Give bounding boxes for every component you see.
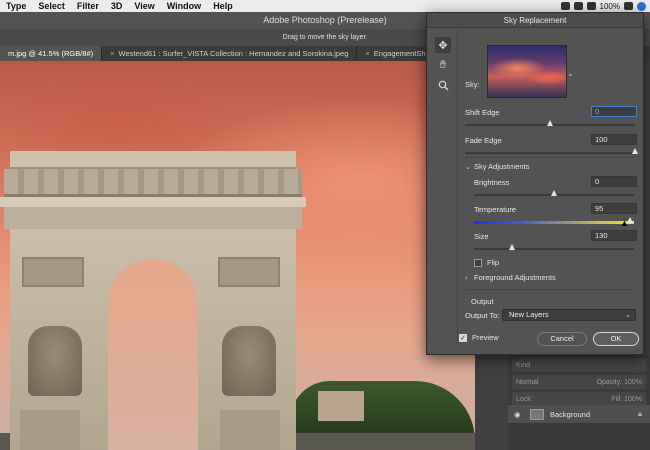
arc-de-triomphe (0, 151, 306, 450)
wifi-icon[interactable] (586, 2, 596, 10)
battery-percent: 100% (599, 1, 620, 11)
menu-window[interactable]: Window (161, 0, 207, 12)
arch-opening (108, 259, 198, 450)
fade-edge-slider-thumb[interactable] (631, 148, 638, 154)
creative-cloud-icon[interactable] (560, 2, 570, 10)
sky-label: Sky: (465, 80, 480, 89)
sky-adjustments-section[interactable]: ⌄ Sky Adjustments (465, 162, 637, 171)
tab-current-document[interactable]: m.jpg @ 41.5% (RGB/8#) (0, 46, 103, 61)
preview-checkbox-row[interactable]: ✓ Preview (459, 333, 499, 342)
preview-checkbox[interactable]: ✓ (459, 333, 467, 342)
lock-label: Lock: (516, 395, 533, 403)
move-sky-tool-icon[interactable]: ✥ (435, 37, 451, 53)
menu-type[interactable]: Type (0, 0, 32, 12)
fade-edge-label: Fade Edge (465, 136, 502, 145)
sculpture-right (222, 326, 276, 396)
macos-menu-bar: Type Select Filter 3D View Window Help 1… (0, 0, 650, 12)
user-avatar-icon[interactable] (637, 1, 646, 11)
shift-edge-slider-thumb[interactable] (546, 120, 553, 126)
flip-label: Flip (487, 258, 500, 267)
zoom-tool-icon[interactable] (435, 77, 451, 93)
size-label: Size (474, 232, 489, 241)
brightness-control: Brightness 0 (474, 176, 637, 206)
shift-edge-label: Shift Edge (465, 108, 500, 117)
layer-background[interactable]: ◉ Background 🔒︎ (508, 405, 650, 423)
relief-panel-right (218, 257, 280, 287)
blend-mode-select[interactable]: Normal (516, 379, 539, 386)
blend-mode-row: Normal Opacity: 100% (512, 375, 646, 389)
lock-row: Lock: Fill: 100% (512, 392, 646, 406)
dialog-title: Sky Replacement (427, 13, 643, 28)
chevron-down-icon: ⌄ (465, 162, 472, 171)
size-input[interactable]: 130 (591, 230, 637, 241)
chevron-right-icon: › (465, 273, 468, 282)
temperature-label: Temperature (474, 205, 517, 214)
brightness-label: Brightness (474, 178, 510, 187)
size-track[interactable] (474, 248, 634, 250)
layer-filter-kind[interactable]: Kind (512, 358, 646, 372)
ok-button[interactable]: OK (593, 332, 639, 346)
close-tab-icon[interactable]: × (365, 49, 369, 58)
output-to-select[interactable]: New Layers ⌄ (502, 309, 636, 321)
fade-edge-input[interactable]: 100 (591, 134, 637, 145)
opacity-field[interactable]: Opacity: 100% (596, 379, 642, 386)
cancel-button[interactable]: Cancel (537, 332, 587, 346)
dropbox-icon[interactable] (573, 2, 583, 10)
fade-edge-control: Fade Edge 100 (465, 134, 638, 164)
battery-icon[interactable] (624, 2, 633, 10)
status-area: 100% (560, 0, 646, 12)
menu-filter[interactable]: Filter (71, 0, 105, 12)
size-slider-thumb[interactable] (508, 244, 515, 250)
fill-field[interactable]: Fill: 100% (611, 396, 642, 403)
layer-name: Background (550, 409, 591, 419)
building (318, 391, 364, 421)
brightness-slider-thumb[interactable] (550, 190, 557, 196)
temperature-track[interactable] (474, 221, 634, 224)
layers-panel: Kind Normal Opacity: 100% Lock: Fill: 100%… (508, 355, 650, 450)
menu-view[interactable]: View (128, 0, 160, 12)
document-canvas[interactable] (0, 61, 475, 450)
foreground-adjustments-section[interactable]: › Foreground Adjustments (465, 273, 637, 282)
output-to-label: Output To: (465, 311, 500, 320)
visibility-eye-icon[interactable]: ◉ (514, 410, 524, 419)
preview-label: Preview (472, 333, 499, 342)
temperature-input[interactable]: 95 (591, 203, 637, 214)
size-control: Size 130 (474, 230, 637, 260)
relief-panel-left (22, 257, 84, 287)
menu-3d[interactable]: 3D (105, 0, 129, 12)
lock-icon[interactable]: 🔒︎ (638, 409, 642, 419)
mouse-cursor-icon: ▲ (620, 218, 629, 228)
sky-dropdown-chevron-icon[interactable]: ⌄ (567, 69, 574, 78)
tab-westend61[interactable]: × Westend61 : Surfer_VISTA Collection : H… (102, 46, 358, 61)
shift-edge-input[interactable]: 0 (591, 106, 637, 117)
output-section-title: Output (471, 297, 494, 306)
sky-replacement-dialog: Sky Replacement ✥ ✋︎ Sky: ⌄ Shift Edge 0… (426, 12, 644, 355)
chevron-down-icon: ⌄ (624, 310, 631, 319)
menu-help[interactable]: Help (207, 0, 239, 12)
sculpture-left (28, 326, 82, 396)
temperature-control: Temperature 95 (474, 203, 637, 233)
flip-checkbox-row[interactable]: Flip (474, 258, 499, 267)
dialog-tools: ✥ ✋︎ (435, 37, 453, 93)
shift-edge-control: Shift Edge 0 (465, 106, 637, 136)
sky-preset-thumbnail[interactable] (487, 45, 567, 98)
layer-thumbnail (530, 408, 544, 420)
menu-select[interactable]: Select (32, 0, 71, 12)
brightness-input[interactable]: 0 (591, 176, 637, 187)
fade-edge-track[interactable] (465, 152, 635, 154)
hand-tool-icon[interactable]: ✋︎ (435, 57, 451, 73)
close-tab-icon[interactable]: × (110, 49, 114, 58)
flip-checkbox[interactable] (474, 258, 482, 267)
